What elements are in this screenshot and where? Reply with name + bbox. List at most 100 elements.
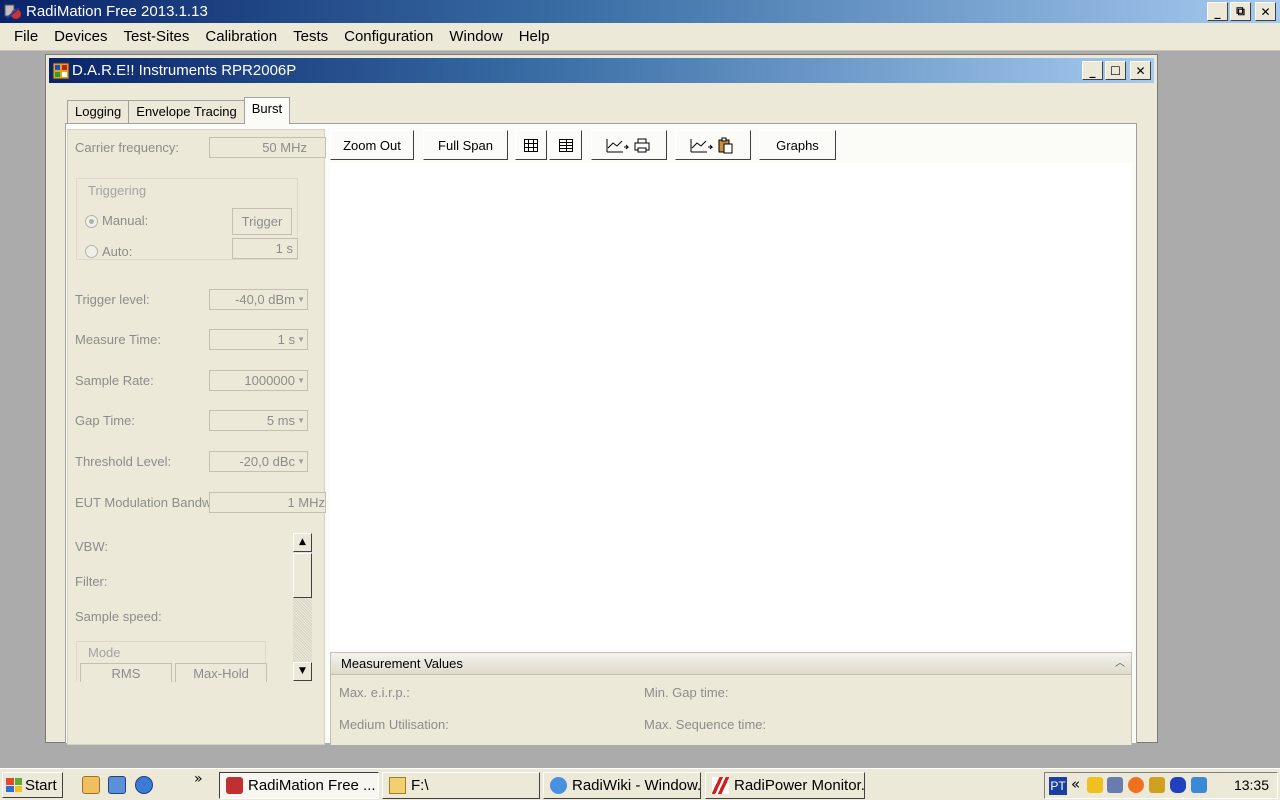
radipower-icon	[712, 777, 729, 794]
spin-arrow-icon: ▼	[297, 416, 305, 425]
burst-settings-panel: Carrier frequency: 50 MHz Triggering Man…	[67, 129, 326, 745]
menu-tests[interactable]: Tests	[285, 23, 336, 51]
measurement-values-header[interactable]: Measurement Values ︿	[330, 652, 1132, 675]
mode-group-title: Mode	[88, 645, 121, 660]
device-window-titlebar[interactable]: D.A.R.E!! Instruments RPR2006P _ ☐ ✕	[49, 58, 1154, 83]
radimation-app-icon	[4, 3, 22, 21]
minimize-button[interactable]: _	[1207, 2, 1228, 21]
menu-devices[interactable]: Devices	[46, 23, 115, 51]
filter-label: Filter:	[75, 574, 108, 589]
spin-arrow-icon: ▼	[297, 457, 305, 466]
settings-scrollbar[interactable]: ▲ ▼	[293, 533, 312, 681]
trigger-level-field[interactable]: -40,0 dBm ▼	[209, 289, 308, 310]
window-icon	[52, 62, 70, 80]
collapse-chevron-icon[interactable]: ︿	[1115, 653, 1125, 674]
max-eirp-label: Max. e.i.r.p.:	[339, 685, 410, 700]
task-folder-f[interactable]: F:\	[382, 772, 540, 799]
triggering-group-title: Triggering	[88, 183, 147, 198]
rms-button[interactable]: RMS	[80, 663, 172, 682]
security-shield-icon[interactable]	[1087, 777, 1103, 793]
taskbar: Start » RadiMation Free ... F:\ RadiWiki…	[0, 768, 1280, 800]
graph-to-printer-button[interactable]	[591, 130, 667, 160]
child-minimize-button[interactable]: _	[1082, 61, 1103, 80]
quicklaunch-more-chevron[interactable]: »	[194, 771, 203, 787]
app-titlebar[interactable]: RadiMation Free 2013.1.13 _ ⧉ ✕	[0, 0, 1280, 23]
tab-burst[interactable]: Burst	[243, 97, 291, 124]
tab-strip: Logging Envelope Tracing Burst	[67, 97, 291, 124]
spin-arrow-icon: ▼	[297, 295, 305, 304]
system-tray: PT « 13:35	[1044, 772, 1278, 799]
task-radiwiki[interactable]: RadiWiki - Window...	[543, 772, 701, 799]
auto-interval-field[interactable]: 1 s	[232, 238, 298, 259]
task-radipower-monitor[interactable]: RadiPower Monitor...	[705, 772, 865, 799]
threshold-level-field[interactable]: -20,0 dBc ▼	[209, 451, 308, 472]
windows-logo-icon	[6, 778, 22, 792]
sample-rate-label: Sample Rate:	[75, 373, 154, 388]
menu-bar: File Devices Test-Sites Calibration Test…	[0, 23, 1280, 51]
scrollbar-thumb[interactable]	[293, 553, 312, 598]
eut-bandwidth-field[interactable]: 1 MHz	[209, 492, 326, 513]
measure-time-field[interactable]: 1 s ▼	[209, 329, 308, 350]
scroll-down-icon[interactable]: ▼	[293, 662, 312, 681]
carrier-frequency-field[interactable]: 50 MHz	[209, 137, 326, 158]
full-span-button[interactable]: Full Span	[423, 130, 508, 160]
tab-envelope-tracing[interactable]: Envelope Tracing	[128, 100, 245, 124]
mode-group: Mode RMS Max-Hold	[76, 641, 267, 682]
grid-button[interactable]	[515, 130, 547, 160]
min-gap-time-label: Min. Gap time:	[644, 685, 729, 700]
graphs-button[interactable]: Graphs	[759, 130, 836, 160]
language-indicator[interactable]: PT	[1049, 777, 1067, 795]
graph-print-icon	[606, 138, 650, 153]
graph-to-clipboard-button[interactable]	[675, 130, 751, 160]
quicklaunch-outlook-icon[interactable]	[82, 776, 100, 794]
carrier-frequency-label: Carrier frequency:	[75, 140, 180, 155]
start-button[interactable]: Start	[2, 772, 63, 798]
child-close-button[interactable]: ✕	[1130, 61, 1151, 80]
trigger-level-label: Trigger level:	[75, 292, 150, 307]
graph-clipboard-icon	[690, 137, 733, 154]
spin-arrow-icon: ▼	[297, 376, 305, 385]
manual-radio[interactable]	[85, 215, 98, 228]
tab-logging[interactable]: Logging	[67, 100, 130, 124]
close-button[interactable]: ✕	[1255, 2, 1276, 21]
bluetooth-icon[interactable]	[1170, 777, 1186, 793]
quicklaunch-media-player-icon[interactable]	[135, 776, 153, 794]
triggering-group: Triggering Manual: Trigger Auto: 1 s	[76, 178, 298, 260]
antivirus-icon[interactable]	[1149, 777, 1165, 793]
auto-radio[interactable]	[85, 245, 98, 258]
app-tray-icon[interactable]	[1191, 777, 1207, 793]
menu-calibration[interactable]: Calibration	[197, 23, 285, 51]
spin-arrow-icon: ▼	[297, 335, 305, 344]
vbw-label: VBW:	[75, 539, 108, 554]
max-sequence-time-label: Max. Sequence time:	[644, 717, 767, 732]
eut-bandwidth-label: EUT Modulation Bandwi	[75, 495, 209, 510]
trigger-button[interactable]: Trigger	[232, 208, 292, 235]
medium-utilisation-label: Medium Utilisation:	[339, 717, 449, 732]
graph-area[interactable]	[330, 163, 1132, 649]
max-hold-button[interactable]: Max-Hold	[175, 663, 267, 682]
firefox-icon[interactable]	[1128, 777, 1144, 793]
task-radimation[interactable]: RadiMation Free ...	[219, 772, 379, 799]
quicklaunch-explorer-icon[interactable]	[108, 776, 126, 794]
table-icon	[558, 138, 573, 152]
device-window-title: D.A.R.E!! Instruments RPR2006P	[72, 62, 297, 79]
menu-window[interactable]: Window	[441, 23, 510, 51]
table-button[interactable]	[549, 130, 582, 160]
menu-help[interactable]: Help	[511, 23, 558, 51]
menu-test-sites[interactable]: Test-Sites	[116, 23, 198, 51]
start-label: Start	[25, 776, 57, 794]
menu-configuration[interactable]: Configuration	[336, 23, 441, 51]
menu-file[interactable]: File	[6, 23, 46, 51]
scroll-up-icon[interactable]: ▲	[293, 533, 312, 552]
restore-button[interactable]: ⧉	[1230, 2, 1251, 21]
zoom-out-button[interactable]: Zoom Out	[330, 130, 414, 160]
grid-icon	[524, 138, 538, 152]
tray-expand-chevron[interactable]: «	[1071, 775, 1080, 793]
device-window: D.A.R.E!! Instruments RPR2006P _ ☐ ✕ Log…	[45, 54, 1158, 745]
network-icon[interactable]	[1107, 777, 1123, 793]
gap-time-field[interactable]: 5 ms ▼	[209, 410, 308, 431]
gap-time-label: Gap Time:	[75, 413, 135, 428]
child-maximize-button[interactable]: ☐	[1105, 61, 1126, 80]
sample-rate-field[interactable]: 1000000 ▼	[209, 370, 308, 391]
clock[interactable]: 13:35	[1234, 773, 1269, 798]
